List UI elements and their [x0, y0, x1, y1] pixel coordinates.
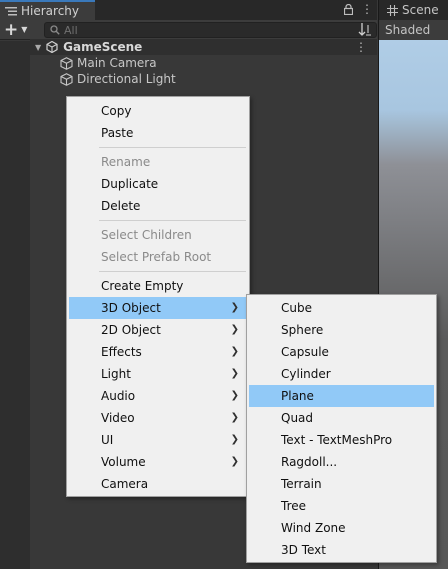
menu-item-light[interactable]: Light ❯	[69, 363, 247, 385]
menu-item-paste[interactable]: Paste	[69, 122, 247, 144]
editor-window: Hierarchy ⋮ + ▼ All ▼ GameScene ⋮ Main C…	[0, 0, 448, 569]
submenu-item-tree[interactable]: Tree	[249, 495, 434, 517]
caret-down-icon: ▼	[21, 25, 28, 34]
menu-item-select-children: Select Children	[101, 228, 192, 242]
menu-item-2d-object[interactable]: 2D Object ❯	[69, 319, 247, 341]
menu-item-ui[interactable]: UI ❯	[69, 429, 247, 451]
submenu-item-quad[interactable]: Quad	[249, 407, 434, 429]
lock-icon[interactable]	[344, 3, 353, 15]
submenu-item-cylinder[interactable]: Cylinder	[249, 363, 434, 385]
menu-item-delete[interactable]: Delete	[69, 195, 247, 217]
hierarchy-tabbar: Hierarchy ⋮	[0, 0, 377, 20]
hierarchy-gutter	[0, 41, 30, 569]
context-menu: Copy Paste Rename Duplicate Delete Selec…	[66, 96, 250, 497]
chevron-right-icon: ❯	[230, 390, 239, 401]
object-name: Directional Light	[77, 72, 176, 86]
create-dropdown-button[interactable]: + ▼	[4, 21, 34, 38]
menu-item-camera[interactable]: Camera	[69, 473, 247, 495]
menu-item-create-empty[interactable]: Create Empty	[69, 275, 247, 297]
menu-item-effects[interactable]: Effects ❯	[69, 341, 247, 363]
menu-item-rename: Rename	[101, 155, 151, 169]
menu-item-label: 3D Object	[101, 301, 161, 315]
chevron-right-icon: ❯	[230, 434, 239, 445]
list-icon	[5, 7, 17, 16]
menu-item-label: Effects	[101, 345, 142, 359]
submenu-item-wind-zone[interactable]: Wind Zone	[249, 517, 434, 539]
tab-hierarchy-label: Hierarchy	[21, 4, 80, 18]
chevron-right-icon: ❯	[230, 346, 239, 357]
hierarchy-toolbar: + ▼ All	[0, 20, 377, 40]
menu-item-3d-object[interactable]: 3D Object ❯	[69, 297, 247, 319]
panel-menu-icon[interactable]: ⋮	[361, 2, 373, 16]
grid-icon	[387, 4, 398, 16]
menu-item-volume[interactable]: Volume ❯	[69, 451, 247, 473]
menu-separator	[99, 220, 246, 221]
chevron-right-icon: ❯	[230, 324, 239, 335]
submenu-item-plane[interactable]: Plane	[249, 385, 434, 407]
cube-icon	[60, 72, 73, 86]
tab-hierarchy[interactable]: Hierarchy	[0, 0, 95, 20]
object-name: Main Camera	[77, 56, 157, 70]
submenu-item-sphere[interactable]: Sphere	[249, 319, 434, 341]
menu-item-video[interactable]: Video ❯	[69, 407, 247, 429]
menu-item-duplicate[interactable]: Duplicate	[69, 173, 247, 195]
menu-item-copy[interactable]: Copy	[69, 100, 247, 122]
menu-item-audio[interactable]: Audio ❯	[69, 385, 247, 407]
chevron-right-icon: ❯	[230, 302, 239, 313]
submenu-item-terrain[interactable]: Terrain	[249, 473, 434, 495]
chevron-right-icon: ❯	[230, 368, 239, 379]
menu-item-label: UI	[101, 433, 114, 447]
unity-logo-icon	[46, 41, 58, 53]
menu-item-label: 2D Object	[101, 323, 161, 337]
hierarchy-item-directional-light[interactable]: Directional Light	[60, 71, 176, 87]
chevron-right-icon: ❯	[230, 456, 239, 467]
hierarchy-item-main-camera[interactable]: Main Camera	[60, 55, 157, 71]
chevron-right-icon: ❯	[230, 412, 239, 423]
search-placeholder: All	[64, 23, 78, 37]
sort-icon[interactable]	[358, 22, 372, 38]
submenu-item-ragdoll[interactable]: Ragdoll...	[249, 451, 434, 473]
submenu-item-3d-text[interactable]: 3D Text	[249, 539, 434, 561]
tab-scene[interactable]: Scene	[379, 0, 448, 20]
scene-name: GameScene	[63, 40, 143, 54]
menu-item-label: Video	[101, 411, 135, 425]
search-field[interactable]: All	[44, 22, 377, 38]
scene-menu-icon[interactable]: ⋮	[355, 40, 367, 54]
menu-item-label: Light	[101, 367, 131, 381]
menu-item-label: Volume	[101, 455, 146, 469]
tab-scene-label: Scene	[402, 3, 439, 17]
submenu-3d-object: Cube Sphere Capsule Cylinder Plane Quad …	[246, 294, 437, 563]
scene-toolbar: Shaded	[379, 20, 448, 40]
menu-item-label: Audio	[101, 389, 136, 403]
scene-row[interactable]: ▼ GameScene ⋮	[30, 39, 377, 55]
submenu-item-cube[interactable]: Cube	[249, 297, 434, 319]
menu-separator	[99, 147, 246, 148]
submenu-item-text-textmeshpro[interactable]: Text - TextMeshPro	[249, 429, 434, 451]
plus-icon: +	[4, 19, 19, 40]
shading-mode-dropdown[interactable]: Shaded	[385, 23, 430, 37]
expand-arrow-icon[interactable]: ▼	[35, 43, 41, 52]
cube-icon	[60, 56, 73, 70]
menu-item-select-prefab-root: Select Prefab Root	[101, 250, 212, 264]
submenu-item-capsule[interactable]: Capsule	[249, 341, 434, 363]
search-icon	[50, 25, 60, 35]
menu-separator	[99, 271, 246, 272]
